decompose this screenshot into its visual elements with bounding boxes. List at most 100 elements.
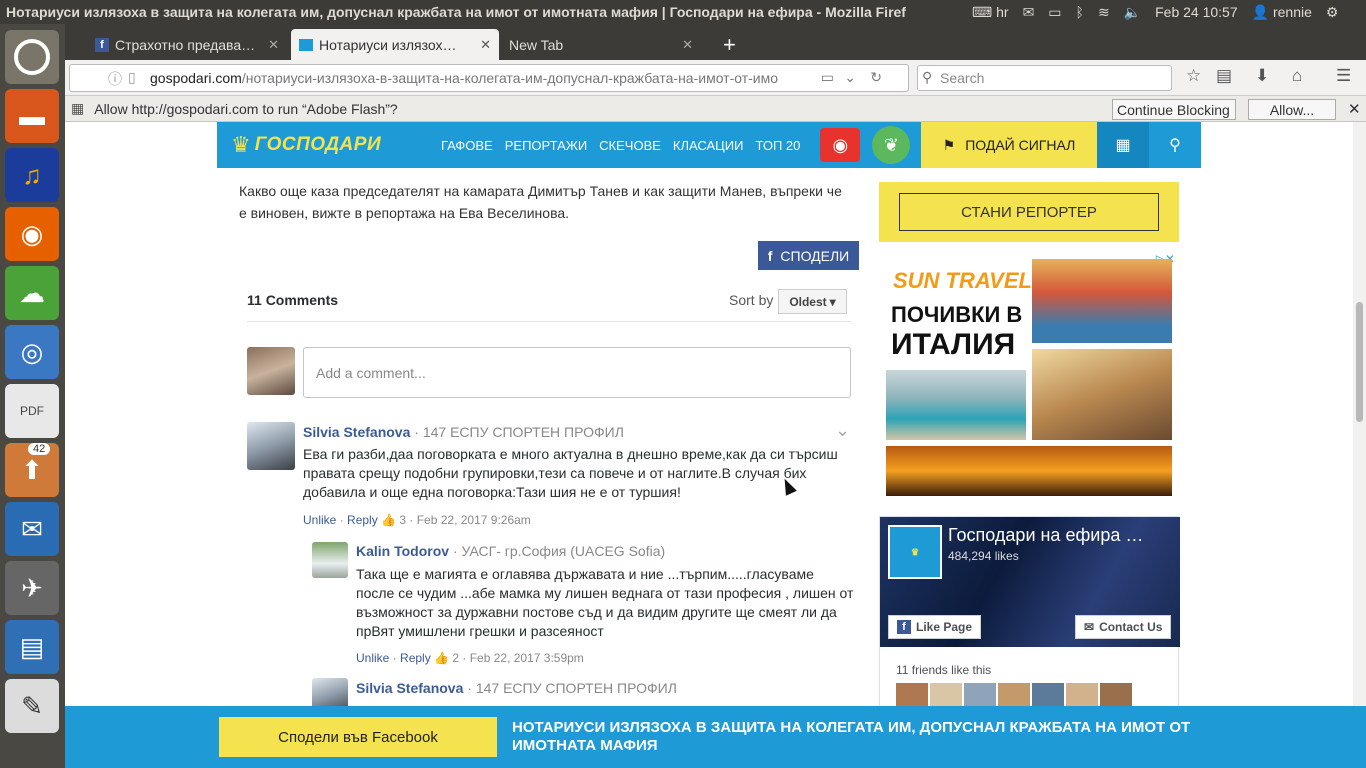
- info-icon[interactable]: ⓘ: [108, 69, 122, 89]
- site-logo[interactable]: ♛ ГОСПОДАРИ: [231, 128, 423, 162]
- sticky-share-bar: Сподели във Facebook НОТАРИУСИ ИЗЛЯЗОХА …: [65, 706, 1366, 768]
- dropdown-icon[interactable]: ⌄: [844, 69, 856, 86]
- signal-label: ПОДАЙ СИГНАЛ: [965, 137, 1076, 153]
- tab-3[interactable]: New Tab ✕: [501, 29, 701, 60]
- writer-icon[interactable]: ▤: [5, 620, 59, 674]
- button-label: Like Page: [916, 620, 973, 634]
- ad-brand: SUN TRAVEL: [893, 268, 1032, 293]
- advertisement[interactable]: ▷✕ SUN TRAVEL ПОЧИВКИ В ИТАЛИЯ: [879, 252, 1179, 500]
- logo-text: ГОСПОДАРИ: [254, 134, 382, 155]
- home-icon[interactable]: ⌂: [1292, 66, 1302, 86]
- site-search-icon[interactable]: ⚲: [1149, 122, 1201, 168]
- url-bar[interactable]: ⓘ ▯ gospodari.com/нотариуси-излязоха-в-з…: [69, 64, 909, 92]
- unlike-link[interactable]: Unlike: [356, 651, 389, 665]
- tab-label: New Tab: [509, 36, 564, 53]
- fb-contact-button[interactable]: ✉ Contact Us: [1075, 615, 1172, 639]
- close-tab-icon[interactable]: ✕: [682, 37, 693, 53]
- volume-icon[interactable]: 🔈: [1124, 4, 1141, 21]
- article-title: НОТАРИУСИ ИЗЛЯЗОХА В ЗАЩИТА НА КОЛЕГАТА …: [512, 719, 1191, 754]
- text-editor-icon[interactable]: ✎: [5, 679, 59, 733]
- web-page: ♛ ГОСПОДАРИ ГАФОВЕ РЕПОРТАЖИ СКЕЧОВЕ КЛА…: [65, 122, 1353, 768]
- system-indicators: ⌨ hr ✉ ▭ ᛒ ≋ 🔈 Feb 24 10:57 👤 rennie ⚙: [962, 4, 1338, 21]
- plane-app-icon[interactable]: ✈: [5, 561, 59, 615]
- comment-date[interactable]: Feb 22, 2017 9:26am: [417, 513, 531, 527]
- close-icon[interactable]: ✕: [1348, 100, 1361, 118]
- os-top-panel: Нотариуси излязоха в защита на колегата …: [0, 0, 1366, 24]
- paw-icon[interactable]: ❦: [872, 126, 911, 164]
- nav-gafove[interactable]: ГАФОВЕ: [441, 138, 493, 153]
- comment-input[interactable]: Add a comment...: [303, 347, 851, 398]
- nav-klasacii[interactable]: КЛАСАЦИИ: [673, 138, 744, 153]
- reporter-box: СТАНИ РЕПОРТЕР: [879, 182, 1179, 242]
- close-tab-icon[interactable]: ✕: [480, 37, 491, 53]
- power-icon[interactable]: ⚙: [1326, 4, 1339, 21]
- comment-date[interactable]: Feb 22, 2017 3:59pm: [470, 651, 584, 665]
- camera-icon[interactable]: ◉: [820, 128, 861, 162]
- button-label: Contact Us: [1099, 620, 1163, 634]
- comment-author[interactable]: Silvia Stefanova: [303, 424, 410, 440]
- plugin-icon: ▦: [71, 100, 85, 116]
- bookmark-star-icon[interactable]: ☆: [1186, 66, 1201, 86]
- share-facebook-button[interactable]: Сподели във Facebook: [219, 717, 497, 757]
- pdf-editor-icon[interactable]: PDF: [5, 384, 59, 438]
- become-reporter-button[interactable]: СТАНИ РЕПОРТЕР: [899, 193, 1159, 231]
- sort-dropdown[interactable]: Oldest ▾: [778, 289, 847, 314]
- scrollbar-thumb[interactable]: [1356, 302, 1363, 422]
- backup-icon[interactable]: ☁: [5, 266, 59, 320]
- menu-icon[interactable]: ☰: [1336, 66, 1351, 86]
- fb-like-page-button[interactable]: f Like Page: [888, 615, 982, 639]
- comment-header: Kalin Todorov · УАСГ- гр.София (UACEG So…: [356, 543, 665, 559]
- tab-1[interactable]: f Страхотно предава… ✕: [87, 29, 287, 60]
- comment-author[interactable]: Kalin Todorov: [356, 543, 449, 559]
- reply-link[interactable]: Reply: [400, 651, 431, 665]
- avatar[interactable]: [247, 422, 295, 470]
- comment-footer: Unlike · Reply 👍 2 · Feb 22, 2017 3:59pm: [356, 651, 584, 665]
- sort-label: Sort by: [729, 292, 774, 308]
- ad-line2: ИТАЛИЯ: [891, 328, 1016, 361]
- close-tab-icon[interactable]: ✕: [268, 37, 279, 53]
- share-button[interactable]: f СПОДЕЛИ: [758, 241, 859, 270]
- files-icon[interactable]: ▬: [5, 89, 59, 143]
- wifi-icon[interactable]: ≋: [1098, 4, 1110, 21]
- allow-button[interactable]: Allow...: [1248, 99, 1336, 120]
- chromium-icon[interactable]: ◎: [5, 325, 59, 379]
- firefox-icon[interactable]: ◉: [5, 207, 59, 261]
- ubuntu-home-icon[interactable]: [5, 30, 59, 84]
- nav-top20[interactable]: ТОП 20: [756, 138, 801, 153]
- nav-reportazhi[interactable]: РЕПОРТАЖИ: [505, 138, 587, 153]
- like-count: 3: [399, 513, 407, 527]
- unlike-link[interactable]: Unlike: [303, 513, 336, 527]
- thunderbird-icon[interactable]: ✉: [5, 502, 59, 556]
- new-tab-button[interactable]: +: [715, 29, 744, 60]
- reader-view-icon[interactable]: ▭: [821, 69, 834, 86]
- comments-count: 11 Comments: [247, 292, 339, 308]
- tab-2[interactable]: Нотариуси излязох… ✕: [291, 29, 499, 60]
- nav-skechove[interactable]: СКЕЧОВЕ: [599, 138, 661, 153]
- audacity-icon[interactable]: ♫: [5, 148, 59, 202]
- page-scrollbar[interactable]: [1353, 122, 1366, 768]
- avatar[interactable]: [312, 542, 348, 578]
- battery-icon[interactable]: ▭: [1048, 4, 1061, 21]
- reload-icon[interactable]: ↻: [870, 69, 882, 86]
- launcher: ▬ ♫ ◉ ☁ ◎ PDF ⬆ 42 ✉ ✈ ▤ ✎: [0, 24, 65, 768]
- user-menu[interactable]: 👤 rennie: [1252, 4, 1312, 21]
- chevron-down-icon[interactable]: ⌄: [835, 420, 850, 441]
- fb-cover-image: ♛ Господари на ефира … 484,294 likes f L…: [880, 517, 1180, 647]
- reply-link[interactable]: Reply: [347, 513, 378, 527]
- search-bar[interactable]: ⚲ Search: [917, 65, 1172, 91]
- comment-author[interactable]: Silvia Stefanova: [356, 680, 463, 696]
- mail-icon[interactable]: ✉: [1023, 4, 1035, 21]
- fb-page-logo[interactable]: ♛: [888, 525, 942, 579]
- bluetooth-icon[interactable]: ᛒ: [1076, 4, 1084, 20]
- fb-page-name[interactable]: Господари на ефира …: [948, 525, 1143, 546]
- keyboard-icon[interactable]: ⌨ hr: [972, 4, 1009, 21]
- calendar-icon[interactable]: ▦: [1097, 122, 1149, 168]
- report-signal-button[interactable]: ⚑ ПОДАЙ СИГНАЛ: [921, 122, 1097, 168]
- downloads-icon[interactable]: ⬇: [1255, 66, 1269, 86]
- crown-icon: ♛: [231, 132, 251, 157]
- fb-friends-text: 11 friends like this: [896, 663, 992, 677]
- clock[interactable]: Feb 24 10:57: [1155, 4, 1238, 20]
- bookmarks-list-icon[interactable]: ▤: [1216, 66, 1232, 86]
- like-count: 2: [452, 651, 460, 665]
- continue-blocking-button[interactable]: Continue Blocking: [1112, 99, 1236, 120]
